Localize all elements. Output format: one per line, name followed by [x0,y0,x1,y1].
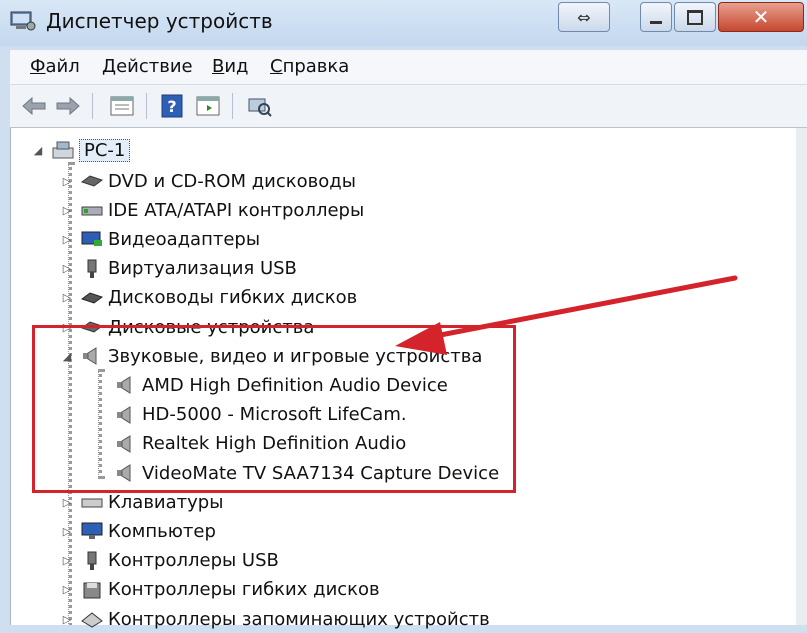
annotation-arrow [395,275,738,355]
